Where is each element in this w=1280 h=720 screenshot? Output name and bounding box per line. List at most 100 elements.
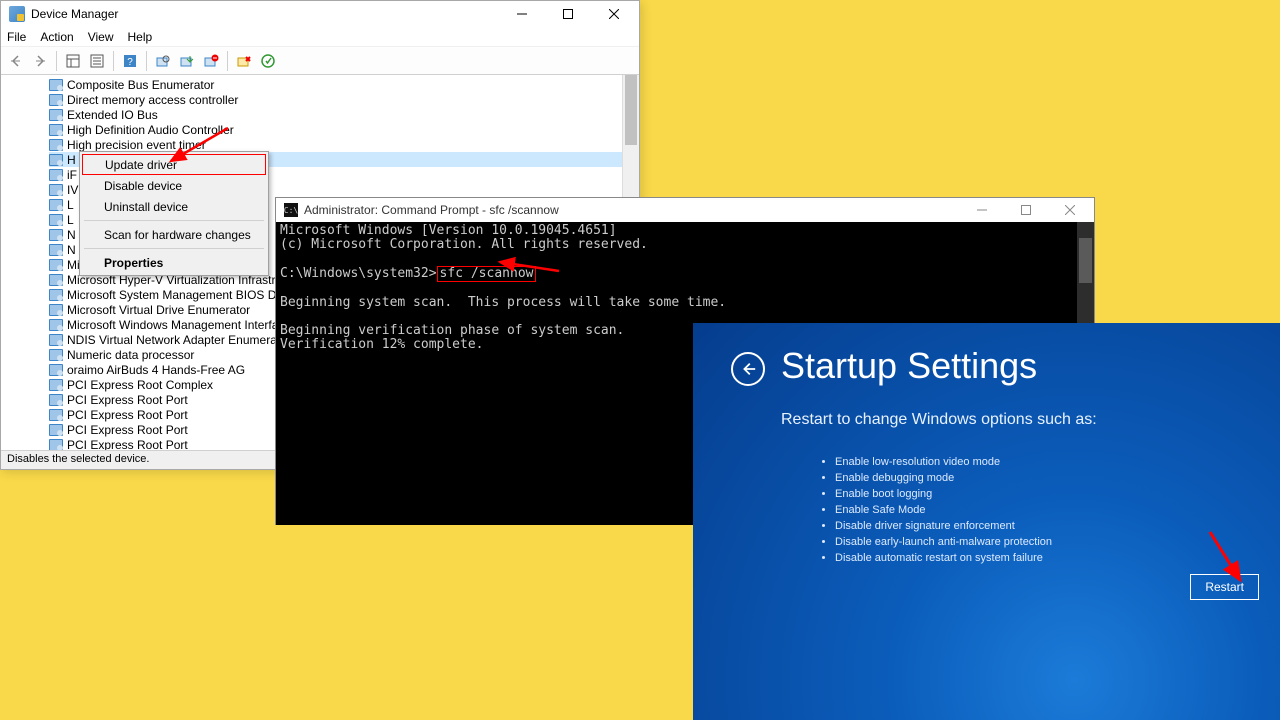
close-button[interactable]: [591, 1, 637, 27]
option-item: Enable low-resolution video mode: [835, 454, 1052, 470]
enable-button[interactable]: [257, 50, 279, 72]
device-icon: [49, 139, 63, 151]
device-label: PCI Express Root Port: [67, 423, 188, 437]
maximize-button[interactable]: [545, 1, 591, 27]
option-item: Enable debugging mode: [835, 470, 1052, 486]
device-label: iF: [67, 168, 77, 182]
device-icon: [49, 199, 63, 211]
device-item[interactable]: High precision event timer: [49, 137, 639, 152]
ctx-properties[interactable]: Properties: [82, 252, 266, 273]
device-label: High precision event timer: [67, 138, 206, 152]
device-label: N: [67, 243, 76, 257]
menu-help[interactable]: Help: [128, 30, 153, 44]
svg-text:?: ?: [127, 57, 133, 68]
minimize-button[interactable]: [499, 1, 545, 27]
device-icon: [49, 229, 63, 241]
device-icon: [49, 184, 63, 196]
device-label: Extended IO Bus: [67, 108, 158, 122]
minimize-button[interactable]: [960, 198, 1004, 222]
toolbar: ?: [1, 47, 639, 75]
forward-button[interactable]: [29, 50, 51, 72]
device-label: High Definition Audio Controller: [67, 123, 234, 137]
device-icon: [49, 394, 63, 406]
ctx-scan-hardware[interactable]: Scan for hardware changes: [82, 224, 266, 245]
device-icon: [49, 274, 63, 286]
output-line: (c) Microsoft Corporation. All rights re…: [280, 238, 1090, 252]
device-icon: [49, 169, 63, 181]
device-item[interactable]: Extended IO Bus: [49, 107, 639, 122]
device-label: PCI Express Root Port: [67, 408, 188, 422]
device-item[interactable]: Composite Bus Enumerator: [49, 77, 639, 92]
page-title: Startup Settings: [781, 345, 1037, 387]
scan-button[interactable]: [152, 50, 174, 72]
highlighted-command: sfc /scannow: [437, 266, 537, 282]
device-label: L: [67, 213, 74, 227]
device-icon: [49, 79, 63, 91]
device-icon: [49, 364, 63, 376]
ctx-disable-device[interactable]: Disable device: [82, 175, 266, 196]
option-item: Disable early-launch anti-malware protec…: [835, 534, 1052, 550]
page-subtitle: Restart to change Windows options such a…: [781, 411, 1097, 429]
output-line: Microsoft Windows [Version 10.0.19045.46…: [280, 224, 1090, 238]
device-label: Microsoft System Management BIOS Driver: [67, 288, 300, 302]
uninstall-button[interactable]: [200, 50, 222, 72]
device-icon: [49, 124, 63, 136]
restart-button[interactable]: Restart: [1190, 574, 1259, 600]
menu-action[interactable]: Action: [40, 30, 73, 44]
device-icon: [49, 319, 63, 331]
device-label: Microsoft Virtual Drive Enumerator: [67, 303, 250, 317]
device-icon: [49, 409, 63, 421]
device-label: Composite Bus Enumerator: [67, 78, 214, 92]
device-icon: [49, 349, 63, 361]
device-icon: [49, 154, 63, 166]
context-menu: Update driver Disable device Uninstall d…: [79, 151, 269, 276]
device-label: N: [67, 228, 76, 242]
device-item[interactable]: High Definition Audio Controller: [49, 122, 639, 137]
window-title: Device Manager: [31, 7, 499, 21]
update-driver-button[interactable]: [176, 50, 198, 72]
titlebar[interactable]: C:\ Administrator: Command Prompt - sfc …: [276, 198, 1094, 222]
scroll-thumb[interactable]: [625, 75, 637, 145]
menu-file[interactable]: File: [7, 30, 26, 44]
close-button[interactable]: [1048, 198, 1092, 222]
device-icon: [49, 424, 63, 436]
device-label: L: [67, 198, 74, 212]
cmd-icon: C:\: [284, 203, 298, 217]
output-line: Beginning system scan. This process will…: [280, 296, 1090, 310]
option-item: Enable boot logging: [835, 486, 1052, 502]
back-button[interactable]: [5, 50, 27, 72]
help-button[interactable]: ?: [119, 50, 141, 72]
menu-view[interactable]: View: [88, 30, 114, 44]
device-label: NDIS Virtual Network Adapter Enumerator: [67, 333, 291, 347]
disable-button[interactable]: [233, 50, 255, 72]
device-label: Direct memory access controller: [67, 93, 238, 107]
device-icon: [49, 304, 63, 316]
device-icon: [49, 109, 63, 121]
device-icon: [49, 94, 63, 106]
startup-settings-screen: Startup Settings Restart to change Windo…: [693, 323, 1280, 720]
scroll-thumb[interactable]: [1079, 238, 1092, 283]
options-list: Enable low-resolution video modeEnable d…: [795, 454, 1052, 566]
device-label: oraimo AirBuds 4 Hands-Free AG: [67, 363, 245, 377]
ctx-uninstall-device[interactable]: Uninstall device: [82, 196, 266, 217]
device-icon: [49, 259, 63, 271]
device-icon: [49, 334, 63, 346]
device-label: PCI Express Root Complex: [67, 378, 213, 392]
option-item: Disable automatic restart on system fail…: [835, 550, 1052, 566]
device-icon: [49, 244, 63, 256]
titlebar[interactable]: Device Manager: [1, 1, 639, 27]
properties-button[interactable]: [86, 50, 108, 72]
device-item[interactable]: Direct memory access controller: [49, 92, 639, 107]
device-label: IV: [67, 183, 78, 197]
prompt-line: C:\Windows\system32>sfc /scannow: [280, 266, 1090, 282]
device-label: Numeric data processor: [67, 348, 194, 362]
ctx-update-driver[interactable]: Update driver: [82, 154, 266, 175]
device-icon: [49, 439, 63, 451]
maximize-button[interactable]: [1004, 198, 1048, 222]
device-manager-icon: [9, 6, 25, 22]
device-icon: [49, 289, 63, 301]
device-icon: [49, 214, 63, 226]
show-hide-tree-button[interactable]: [62, 50, 84, 72]
device-icon: [49, 379, 63, 391]
back-button[interactable]: [731, 352, 765, 386]
